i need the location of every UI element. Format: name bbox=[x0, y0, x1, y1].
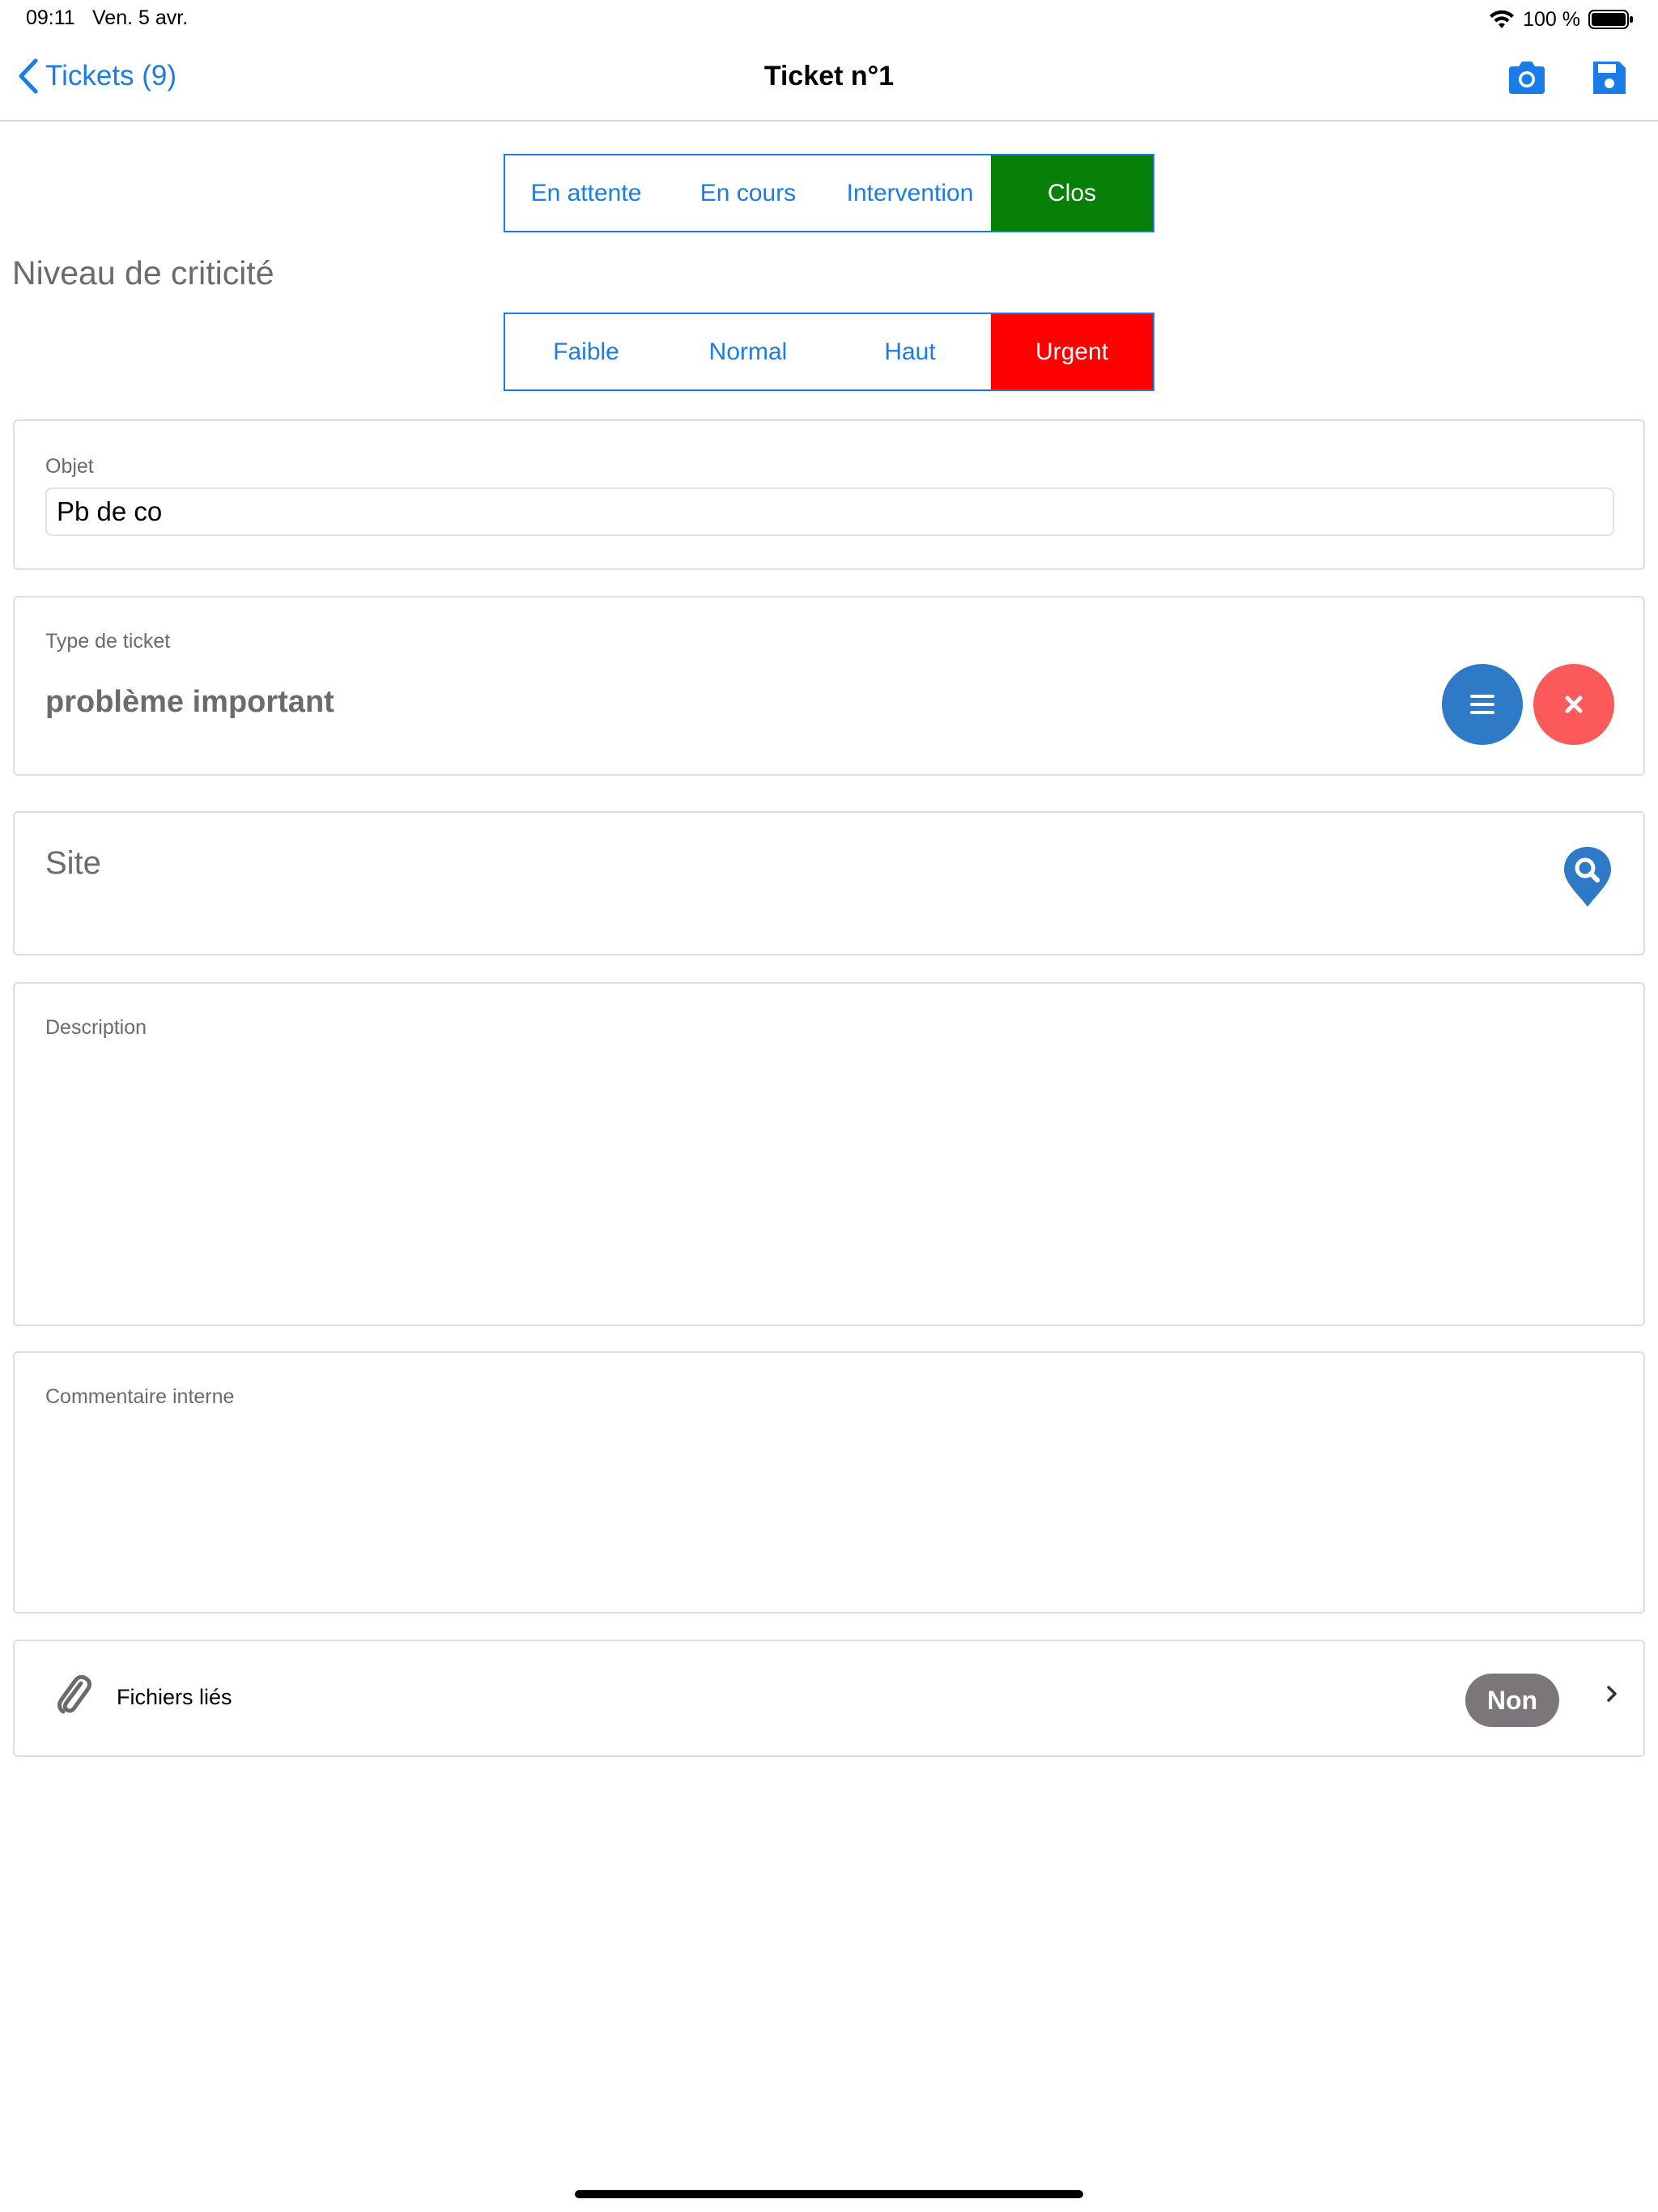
internal-comment-label: Commentaire interne bbox=[45, 1385, 235, 1408]
criticality-option-normal[interactable]: Normal bbox=[667, 314, 829, 389]
status-bar: 09:11 Ven. 5 avr. 100 % bbox=[0, 0, 1658, 39]
objet-label: Objet bbox=[45, 455, 94, 478]
ticket-type-label: Type de ticket bbox=[45, 630, 171, 653]
description-card: Description bbox=[13, 982, 1645, 1326]
battery-percentage: 100 % bbox=[1523, 7, 1580, 31]
wifi-icon bbox=[1490, 10, 1515, 28]
menu-icon bbox=[1470, 695, 1494, 714]
status-option-en-attente[interactable]: En attente bbox=[505, 155, 667, 231]
ticket-type-card: Type de ticket problème important bbox=[13, 596, 1645, 776]
criticality-option-haut[interactable]: Haut bbox=[829, 314, 991, 389]
camera-icon[interactable] bbox=[1506, 57, 1548, 99]
page-title: Ticket n°1 bbox=[763, 61, 895, 91]
objet-input[interactable] bbox=[45, 487, 1614, 536]
map-search-icon[interactable] bbox=[1562, 844, 1613, 912]
chevron-right-icon bbox=[1607, 1686, 1617, 1702]
criticality-heading: Niveau de criticité bbox=[12, 254, 274, 291]
objet-card: Objet bbox=[13, 419, 1645, 570]
status-segmented-control: En attente En cours Intervention Clos bbox=[504, 154, 1154, 232]
ticket-type-value: problème important bbox=[45, 685, 334, 719]
save-icon[interactable] bbox=[1588, 57, 1630, 99]
internal-comment-textarea[interactable] bbox=[45, 1426, 1613, 1588]
navigation-bar: Tickets (9) Ticket n°1 bbox=[0, 39, 1658, 121]
internal-comment-card: Commentaire interne bbox=[13, 1351, 1645, 1614]
description-textarea[interactable] bbox=[45, 1057, 1613, 1300]
site-card[interactable]: Site bbox=[13, 811, 1645, 955]
criticality-option-urgent[interactable]: Urgent bbox=[991, 314, 1153, 389]
status-option-intervention[interactable]: Intervention bbox=[829, 155, 991, 231]
ticket-type-list-button[interactable] bbox=[1442, 664, 1523, 745]
site-label: Site bbox=[45, 845, 101, 881]
criticality-segmented-control: Faible Normal Haut Urgent bbox=[504, 313, 1154, 391]
home-indicator[interactable] bbox=[575, 2190, 1083, 2198]
battery-icon bbox=[1588, 10, 1633, 29]
linked-files-badge: Non bbox=[1465, 1674, 1559, 1727]
paperclip-icon bbox=[57, 1674, 92, 1714]
status-date: Ven. 5 avr. bbox=[92, 6, 189, 29]
description-label: Description bbox=[45, 1016, 147, 1039]
criticality-option-faible[interactable]: Faible bbox=[505, 314, 667, 389]
linked-files-label: Fichiers liés bbox=[117, 1685, 232, 1709]
linked-files-row[interactable]: Fichiers liés Non bbox=[13, 1640, 1645, 1757]
status-option-en-cours[interactable]: En cours bbox=[667, 155, 829, 231]
status-time: 09:11 bbox=[26, 6, 75, 29]
close-icon bbox=[1565, 696, 1583, 713]
status-option-clos[interactable]: Clos bbox=[991, 155, 1153, 231]
ticket-type-clear-button[interactable] bbox=[1533, 664, 1614, 745]
status-indicators: 100 % bbox=[1489, 5, 1634, 34]
